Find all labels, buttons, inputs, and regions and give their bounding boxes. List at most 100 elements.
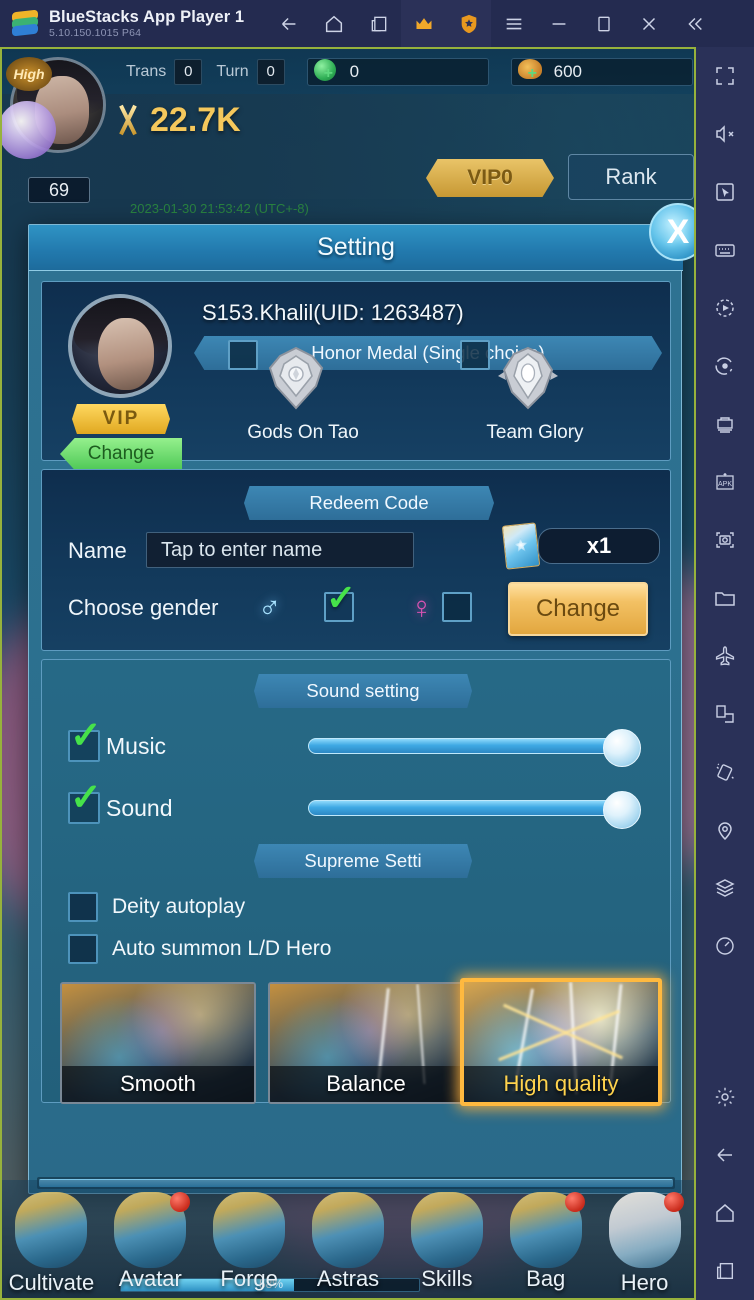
game-viewport: Trans 0 Turn 0 + 0 + 600 High 69 22.7K 2… bbox=[0, 47, 696, 1300]
install-apk-icon[interactable]: APK bbox=[696, 453, 754, 511]
airplane-icon[interactable] bbox=[696, 627, 754, 685]
music-row: ✓ Music bbox=[68, 717, 167, 764]
multi-instance-icon[interactable] bbox=[356, 0, 401, 47]
power-value: 22.7K bbox=[150, 101, 241, 139]
nav-item-bag[interactable]: Bag bbox=[496, 1180, 595, 1298]
nav-item-cultivate[interactable]: Cultivate bbox=[2, 1180, 101, 1298]
name-label: Name bbox=[68, 538, 127, 563]
back-icon[interactable] bbox=[696, 1126, 754, 1184]
gem-resource[interactable]: + 0 bbox=[306, 57, 489, 86]
female-checkbox[interactable] bbox=[442, 592, 472, 622]
deity-autoplay-checkbox[interactable] bbox=[68, 892, 98, 922]
home-icon[interactable] bbox=[696, 1184, 754, 1242]
mute-icon[interactable] bbox=[696, 105, 754, 163]
check-icon: ✓ bbox=[70, 715, 102, 757]
nav-label: Skills bbox=[421, 1266, 473, 1291]
supreme-setting-band: Supreme Setti bbox=[254, 844, 472, 878]
change-button[interactable]: Change bbox=[508, 582, 648, 636]
auto-summon-checkbox[interactable] bbox=[68, 934, 98, 964]
nav-label: Forge bbox=[220, 1266, 278, 1291]
quality-option-smooth[interactable]: Smooth bbox=[60, 982, 256, 1104]
music-slider-knob[interactable] bbox=[603, 729, 641, 767]
swords-icon bbox=[112, 104, 146, 138]
shake-icon[interactable] bbox=[696, 743, 754, 801]
sound-label: Sound bbox=[106, 794, 173, 821]
quality-label-bar: Smooth bbox=[62, 1066, 254, 1102]
sound-slider[interactable] bbox=[308, 791, 641, 829]
gender-label: Choose gender bbox=[68, 595, 219, 620]
rank-button[interactable]: Rank bbox=[568, 154, 694, 200]
recents-icon[interactable] bbox=[696, 1242, 754, 1300]
medal-checkbox[interactable] bbox=[228, 340, 258, 370]
player-orb-icon bbox=[2, 101, 56, 159]
player-rank-tag: High bbox=[6, 57, 52, 91]
redeem-code-band: Redeem Code bbox=[244, 486, 494, 520]
cultivate-icon bbox=[15, 1192, 88, 1268]
vip-button[interactable]: VIP0 bbox=[426, 159, 554, 197]
minimize-icon[interactable] bbox=[536, 0, 581, 47]
rotate-screen-icon[interactable] bbox=[696, 685, 754, 743]
forge-icon bbox=[213, 1192, 286, 1268]
change-avatar-button[interactable]: Change bbox=[60, 438, 182, 470]
screen-root: BlueStacks App Player 1 5.10.150.1015 P6… bbox=[0, 0, 754, 1300]
auto-summon-label: Auto summon L/D Hero bbox=[112, 937, 332, 960]
gear-icon[interactable] bbox=[696, 1068, 754, 1126]
medal-label: Team Glory bbox=[486, 422, 584, 443]
sound-slider-knob[interactable] bbox=[603, 791, 641, 829]
back-icon[interactable] bbox=[266, 0, 311, 47]
avatar[interactable] bbox=[68, 294, 172, 398]
name-input[interactable]: Tap to enter name bbox=[146, 532, 414, 568]
rename-item-count: x1 bbox=[538, 528, 660, 564]
account-name-uid: S153.Khalil(UID: 1263487) bbox=[202, 300, 464, 325]
svg-text:APK: APK bbox=[718, 481, 732, 488]
layers-icon[interactable] bbox=[696, 859, 754, 917]
fullscreen-icon[interactable] bbox=[696, 47, 754, 105]
quality-label-bar: High quality bbox=[464, 1066, 658, 1102]
deity-autoplay-row[interactable]: Deity autoplay bbox=[68, 892, 245, 922]
account-panel: S153.Khalil(UID: 1263487) Honor Medal (S… bbox=[41, 281, 671, 470]
music-slider[interactable] bbox=[308, 729, 641, 767]
skills-icon bbox=[410, 1192, 483, 1268]
performance-icon[interactable] bbox=[696, 917, 754, 975]
sound-supreme-panel: Sound setting ✓ Music ✓ Sound Supreme Se… bbox=[41, 659, 671, 1106]
medal-crest-icon bbox=[492, 346, 564, 412]
auto-summon-row[interactable]: Auto summon L/D Hero bbox=[68, 934, 331, 964]
horn-resource[interactable]: + 600 bbox=[510, 57, 693, 86]
male-checkbox[interactable]: ✓ bbox=[324, 580, 356, 622]
quality-option-high-quality[interactable]: High quality bbox=[460, 978, 662, 1106]
horn-value: 600 bbox=[553, 61, 582, 81]
multi-instance-manager-icon[interactable] bbox=[696, 395, 754, 453]
bluestacks-sidebar: APK bbox=[696, 47, 754, 1300]
screenshot-icon[interactable] bbox=[696, 511, 754, 569]
maximize-icon[interactable] bbox=[581, 0, 626, 47]
quality-label-bar: Balance bbox=[270, 1066, 462, 1102]
check-icon: ✓ bbox=[326, 577, 357, 618]
keyboard-icon[interactable] bbox=[696, 221, 754, 279]
sound-checkbox[interactable]: ✓ bbox=[68, 779, 102, 824]
crown-icon[interactable] bbox=[401, 0, 447, 47]
collapse-icon[interactable] bbox=[671, 0, 716, 47]
cursor-icon[interactable] bbox=[696, 163, 754, 221]
quality-label: High quality bbox=[503, 1071, 619, 1096]
redeem-panel: Redeem Code Name Tap to enter name x1 Ch… bbox=[41, 469, 671, 651]
music-checkbox[interactable]: ✓ bbox=[68, 717, 102, 762]
male-symbol-icon: ♂ bbox=[258, 590, 282, 625]
shield-icon[interactable] bbox=[446, 0, 492, 47]
app-version: 5.10.150.1015 P64 bbox=[49, 26, 142, 39]
quality-option-balance[interactable]: Balance bbox=[268, 982, 464, 1104]
menu-icon[interactable] bbox=[491, 0, 536, 47]
location-icon[interactable] bbox=[696, 801, 754, 859]
trans-label: Trans bbox=[126, 62, 167, 80]
folder-icon[interactable] bbox=[696, 569, 754, 627]
app-title: BlueStacks App Player 1 bbox=[49, 7, 245, 26]
close-icon[interactable] bbox=[626, 0, 671, 47]
nav-item-hero[interactable]: Hero bbox=[595, 1180, 694, 1298]
turn-value: 0 bbox=[256, 58, 285, 85]
medal-checkbox[interactable] bbox=[460, 340, 490, 370]
horn-icon: + bbox=[517, 58, 544, 85]
dialog-title: Setting bbox=[317, 233, 395, 261]
home-icon[interactable] bbox=[311, 0, 356, 47]
music-label: Music bbox=[106, 732, 167, 759]
sync-icon[interactable] bbox=[696, 337, 754, 395]
macro-play-icon[interactable] bbox=[696, 279, 754, 337]
